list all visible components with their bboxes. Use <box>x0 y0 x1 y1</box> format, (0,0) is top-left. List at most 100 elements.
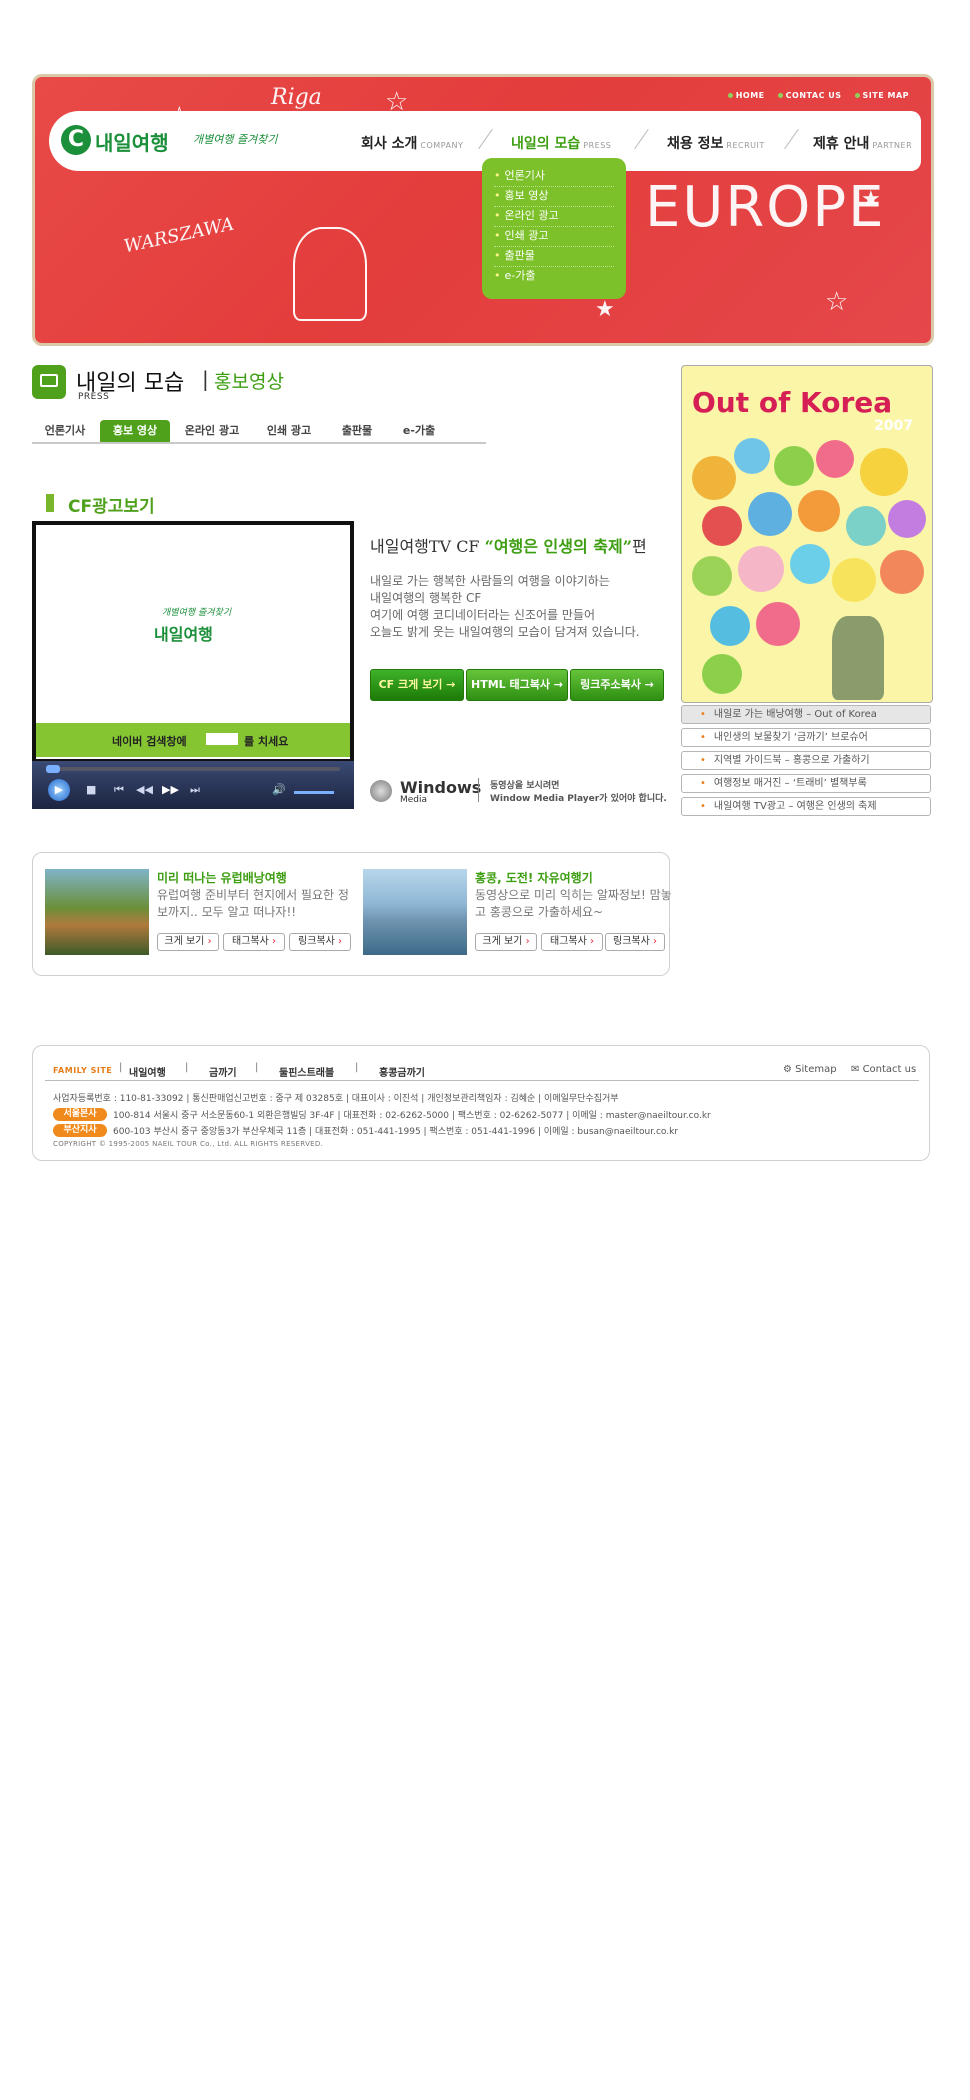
family-site-link[interactable]: 내일여행 <box>129 1064 166 1079</box>
cf-heading-text: CF광고보기 <box>68 497 155 517</box>
wm-subtitle: Media <box>400 795 428 805</box>
promo-desc: 동영상으로 미리 익히는 알짜정보! 맘놓고 홍콩으로 가출하세요~ <box>475 888 672 919</box>
menu-partner[interactable]: 제휴 안내 PARTNER <box>813 133 912 153</box>
cf-description: 내일로 가는 행복한 사람들의 여행을 이야기하는 내일여행의 행복한 CF 여… <box>370 573 670 641</box>
promo-link-copy-button[interactable]: 링크복사 <box>289 933 351 951</box>
hongkong-harbor-image[interactable] <box>363 869 467 955</box>
video-logo: 내일여행 <box>154 625 213 644</box>
sidebar-link[interactable]: 내일로 가는 배낭여행 – Out of Korea <box>681 705 931 724</box>
footer-sitemap-link[interactable]: ⚙ Sitemap <box>783 1064 837 1075</box>
tab-online-ad[interactable]: 온라인 광고 <box>172 420 252 442</box>
doodle-europe: EUROPE <box>645 175 886 240</box>
tab-e-gachul[interactable]: e-가출 <box>388 420 450 442</box>
rewind-icon[interactable]: ◀◀ <box>136 783 153 796</box>
busan-info: 600-103 부산시 중구 중앙동3가 부산우체국 11층 | 대표전화 : … <box>113 1127 679 1137</box>
book-year: 2007 <box>874 418 913 434</box>
next-icon[interactable]: ⏭ <box>190 783 200 797</box>
cf-desc-line: 오늘도 밝게 웃는 내일여행의 모습이 담겨져 있습니다. <box>370 625 640 639</box>
divider: | <box>355 1062 359 1073</box>
naver-search-box <box>206 733 238 745</box>
divider: | <box>185 1062 189 1073</box>
tab-print-ad[interactable]: 인쇄 광고 <box>254 420 324 442</box>
video-slogan: 개별여행 즐겨찾기 <box>162 608 232 618</box>
book-title: Out of Korea <box>692 386 893 419</box>
heading-bar-icon <box>46 494 54 512</box>
video-player[interactable]: 개별여행 즐겨찾기 내일여행 네이버 검색창에 를 치세요 ▶ ■ ⏮ ◀◀ ▶… <box>32 521 354 809</box>
promo-desc: 유럽여행 준비부터 현지에서 필요한 정보까지.. 모두 알고 떠나자!! <box>157 888 349 919</box>
footer: FAMILY SITE | 내일여행 | 금까기 | 둘핀스트래블 | 홍콩금까… <box>32 1045 930 1161</box>
europe-bridge-image[interactable] <box>45 869 149 955</box>
sitemap-link[interactable]: SITE MAP <box>854 91 909 100</box>
wm-note-line: Window Media Player가 있어야 합니다. <box>490 794 667 804</box>
volume-slider[interactable] <box>294 791 334 794</box>
promo-tag-copy-button[interactable]: 태그복사 <box>541 933 603 951</box>
page-title-en: PRESS <box>78 392 110 402</box>
menu-press[interactable]: 내일의 모습 PRESS <box>511 133 611 153</box>
promo-view-large-button[interactable]: 크게 보기 <box>157 933 219 951</box>
menu-divider <box>478 128 493 150</box>
page-subtitle: 홍보영상 <box>214 371 284 393</box>
tab-promo-video[interactable]: 홍보 영상 <box>100 420 170 442</box>
doodle-warszawa: WARSZAWA <box>122 213 236 258</box>
dropdown-item-press-articles[interactable]: 언론기사 <box>494 166 614 187</box>
promo-view-large-button[interactable]: 크게 보기 <box>475 933 537 951</box>
family-site-label: FAMILY SITE <box>53 1066 113 1075</box>
menu-company[interactable]: 회사 소개 COMPANY <box>361 133 463 153</box>
menu-recruit[interactable]: 채용 정보 RECRUIT <box>667 133 765 153</box>
logo[interactable]: C 내일여행 <box>61 123 185 157</box>
slogan: 개별여행 즐겨찾기 <box>193 133 278 146</box>
contact-link[interactable]: CONTAC US <box>777 91 842 100</box>
play-icon[interactable]: ▶ <box>48 779 70 801</box>
menu-divider <box>784 128 799 150</box>
cf-title: 내일여행TV CF “여행은 인생의 축제”편 <box>370 533 647 557</box>
cf-title-prefix: 내일여행TV CF <box>370 537 485 556</box>
promo-title: 미리 떠나는 유럽배낭여행 <box>157 871 287 885</box>
stop-icon[interactable]: ■ <box>86 783 96 796</box>
link-copy-button[interactable]: 링크주소복사 → <box>570 669 664 701</box>
company-info: 사업자등록번호 : 110-81-33092 | 통신판매업신고번호 : 중구 … <box>53 1094 619 1104</box>
fast-forward-icon[interactable]: ▶▶ <box>162 783 179 796</box>
dropdown-item-e-gachul[interactable]: e-가출 <box>494 266 614 286</box>
seek-bar[interactable] <box>46 765 340 773</box>
seek-knob[interactable] <box>46 765 60 773</box>
utility-links: HOME CONTAC US SITE MAP <box>718 91 909 100</box>
tab-press-articles[interactable]: 언론기사 <box>32 420 98 442</box>
promo-tag-copy-button[interactable]: 태그복사 <box>223 933 285 951</box>
previous-icon[interactable]: ⏮ <box>114 783 124 797</box>
doodle-riga: Riga <box>271 85 322 110</box>
dropdown-item-publications[interactable]: 출판물 <box>494 246 614 267</box>
family-site-link[interactable]: 둘핀스트래블 <box>279 1064 334 1079</box>
home-link[interactable]: HOME <box>727 91 765 100</box>
sidebar-link[interactable]: 내일여행 TV광고 – 여행은 인생의 축제 <box>681 797 931 816</box>
page-title: 내일의 모습 | 홍보영상 PRESS <box>32 365 362 405</box>
sidebar-link[interactable]: 여행정보 매거진 – ‘트래비’ 별책부록 <box>681 774 931 793</box>
windows-media-logo: Windows Media <box>370 778 481 805</box>
divider <box>478 778 479 802</box>
tab-publications[interactable]: 출판물 <box>326 420 388 442</box>
book-cover-image[interactable]: Out of Korea 2007 <box>681 365 933 703</box>
family-site-link[interactable]: 금까기 <box>209 1064 237 1079</box>
star-icon: ☆ <box>825 287 849 317</box>
family-site-link[interactable]: 홍콩금까기 <box>379 1064 425 1079</box>
menu-divider <box>634 128 649 150</box>
wm-note: 동영상을 보시려면 Window Media Player가 있어야 합니다. <box>490 780 667 806</box>
html-tag-copy-button[interactable]: HTML 태그복사 → <box>466 669 568 701</box>
naver-text: 네이버 검색창에 <box>112 735 187 748</box>
promo-link-copy-button[interactable]: 링크복사 <box>605 933 665 951</box>
sidebar-link[interactable]: 내인생의 보물찾기 ‘금까기’ 브로슈어 <box>681 728 931 747</box>
player-controls: ▶ ■ ⏮ ◀◀ ▶▶ ⏭ 🔊 <box>32 761 354 809</box>
seoul-branch-badge: 서울본사 <box>53 1108 107 1121</box>
tv-icon <box>32 365 66 399</box>
naver-banner: 네이버 검색창에 를 치세요 <box>36 723 350 757</box>
mail-icon: ✉ <box>851 1064 863 1075</box>
dropdown-item-promo-video[interactable]: 홍보 영상 <box>494 186 614 207</box>
title-separator: | <box>202 367 209 391</box>
dropdown-item-online-ad[interactable]: 온라인 광고 <box>494 206 614 227</box>
sidebar-link[interactable]: 지역별 가이드북 – 홍콩으로 가출하기 <box>681 751 931 770</box>
cf-desc-line: 여기에 여행 코디네이터라는 신조어를 만들어 <box>370 608 596 622</box>
footer-contact-link[interactable]: ✉ Contact us <box>851 1064 916 1075</box>
dropdown-item-print-ad[interactable]: 인쇄 광고 <box>494 226 614 247</box>
volume-icon[interactable]: 🔊 <box>272 783 286 796</box>
cf-view-large-button[interactable]: CF 크게 보기 → <box>370 669 464 701</box>
seoul-info: 100-814 서울시 중구 서소문동60-1 외환은행빌딩 3F-4F | 대… <box>113 1111 711 1121</box>
